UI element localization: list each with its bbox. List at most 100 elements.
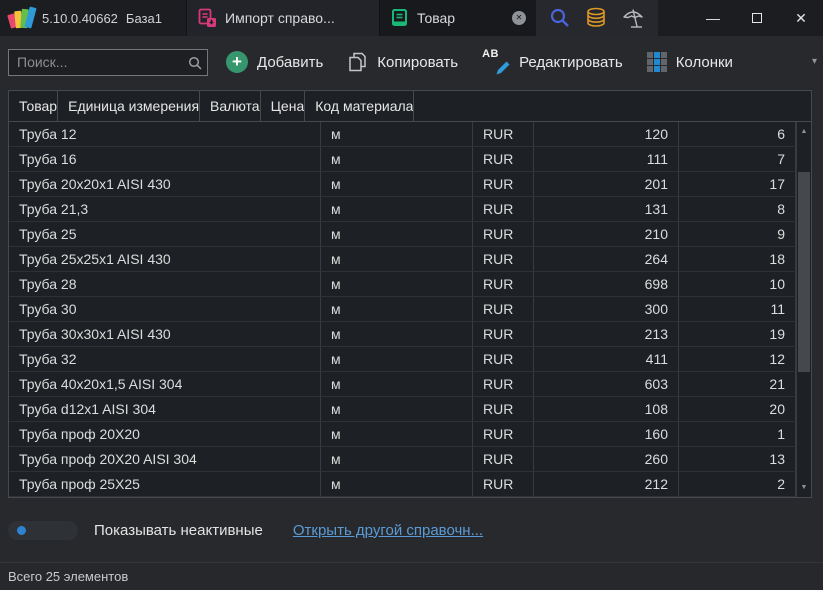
cell-currency: RUR (473, 222, 534, 246)
table-row[interactable]: Труба 16 м RUR 111 7 (9, 147, 796, 172)
table-row[interactable]: Труба 30 м RUR 300 11 (9, 297, 796, 322)
cell-product: Труба 21,3 (9, 197, 321, 221)
footer: Показывать неактивные Открыть другой спр… (0, 498, 823, 562)
scrollbar-thumb[interactable] (798, 172, 810, 372)
cell-product: Труба 28 (9, 272, 321, 296)
column-header[interactable]: Валюта (200, 91, 261, 121)
cell-price: 212 (534, 472, 679, 496)
cell-material-code: 12 (679, 347, 796, 371)
cell-material-code: 13 (679, 447, 796, 471)
scroll-up-icon[interactable]: ▲ (797, 128, 811, 135)
database-name: База1 (126, 11, 162, 26)
cell-unit: м (321, 422, 473, 446)
cell-product: Труба 40x20x1,5 AISI 304 (9, 372, 321, 396)
cell-material-code: 18 (679, 247, 796, 271)
table-row[interactable]: Труба проф 20X20 AISI 304 м RUR 260 13 (9, 447, 796, 472)
cell-unit: м (321, 347, 473, 371)
column-header[interactable]: Единица измерения (58, 91, 200, 121)
cell-currency: RUR (473, 247, 534, 271)
cell-unit: м (321, 472, 473, 496)
toolbar-overflow-chevron-icon[interactable]: ▾ (812, 56, 817, 67)
cell-currency: RUR (473, 197, 534, 221)
search-icon[interactable] (549, 7, 571, 29)
cell-currency: RUR (473, 122, 534, 146)
cell-currency: RUR (473, 472, 534, 496)
column-header[interactable]: Товар (9, 91, 58, 121)
cell-material-code: 21 (679, 372, 796, 396)
close-button[interactable]: ✕ (779, 0, 823, 36)
show-inactive-toggle[interactable] (8, 521, 78, 540)
cell-price: 160 (534, 422, 679, 446)
book-icon (390, 8, 409, 28)
scroll-down-icon[interactable]: ▼ (797, 484, 811, 491)
tab-import-catalog[interactable]: Импорт справо... (186, 0, 380, 36)
cell-unit: м (321, 172, 473, 196)
cell-material-code: 9 (679, 222, 796, 246)
table-row[interactable]: Труба 12 м RUR 120 6 (9, 122, 796, 147)
window-controls: — ✕ (691, 0, 823, 36)
table-row[interactable]: Труба 30x30x1 AISI 430 м RUR 213 19 (9, 322, 796, 347)
tab-close-icon[interactable]: ✕ (512, 11, 526, 25)
cell-product: Труба 32 (9, 347, 321, 371)
cell-price: 210 (534, 222, 679, 246)
statusbar: Всего 25 элементов (0, 562, 823, 590)
column-header[interactable]: Цена (261, 91, 306, 121)
cell-unit: м (321, 397, 473, 421)
cell-price: 108 (534, 397, 679, 421)
database-icon[interactable] (585, 7, 607, 29)
quick-access-panel (536, 0, 658, 36)
cell-price: 201 (534, 172, 679, 196)
cell-price: 603 (534, 372, 679, 396)
columns-button[interactable]: Колонки (647, 52, 733, 72)
tab-products[interactable]: Товар ✕ (380, 0, 536, 36)
app-logo-icon (8, 6, 34, 30)
tab-label: Импорт справо... (225, 10, 335, 26)
cell-currency: RUR (473, 397, 534, 421)
cell-unit: м (321, 247, 473, 271)
vertical-scrollbar[interactable]: ▲ ▼ (796, 122, 811, 497)
table-row[interactable]: Труба 20x20x1 AISI 430 м RUR 201 17 (9, 172, 796, 197)
add-button[interactable]: + Добавить (226, 51, 323, 73)
column-header[interactable]: Код материала (305, 91, 414, 121)
cell-product: Труба проф 20X20 AISI 304 (9, 447, 321, 471)
open-other-catalog-link[interactable]: Открыть другой справочн... (293, 522, 483, 539)
table-row[interactable]: Труба 28 м RUR 698 10 (9, 272, 796, 297)
cell-price: 111 (534, 147, 679, 171)
table-row[interactable]: Труба 40x20x1,5 AISI 304 м RUR 603 21 (9, 372, 796, 397)
cell-currency: RUR (473, 447, 534, 471)
cell-currency: RUR (473, 322, 534, 346)
table-row[interactable]: Труба 21,3 м RUR 131 8 (9, 197, 796, 222)
cell-material-code: 19 (679, 322, 796, 346)
cell-price: 260 (534, 447, 679, 471)
app-zone: 5.10.0.40662 База1 (0, 0, 186, 36)
cell-material-code: 20 (679, 397, 796, 421)
cell-product: Труба проф 20X20 (9, 422, 321, 446)
edit-button-label: Редактировать (519, 54, 623, 71)
table-row[interactable]: Труба проф 25X25 м RUR 212 2 (9, 472, 796, 497)
maximize-button[interactable] (735, 0, 779, 36)
toolbar: + Добавить Копировать AB Редактировать (0, 36, 823, 88)
product-table: Товар Единица измерения Валюта Цена Код … (8, 90, 812, 498)
cell-product: Труба 30 (9, 297, 321, 321)
table-row[interactable]: Труба d12x1 AISI 304 м RUR 108 20 (9, 397, 796, 422)
table-row[interactable]: Труба 25 м RUR 210 9 (9, 222, 796, 247)
cell-currency: RUR (473, 172, 534, 196)
copy-button[interactable]: Копировать (347, 51, 458, 73)
cell-material-code: 7 (679, 147, 796, 171)
cell-material-code: 6 (679, 122, 796, 146)
table-row[interactable]: Труба 32 м RUR 411 12 (9, 347, 796, 372)
minimize-button[interactable]: — (691, 0, 735, 36)
cell-unit: м (321, 222, 473, 246)
table-row[interactable]: Труба 25x25x1 AISI 430 м RUR 264 18 (9, 247, 796, 272)
umbrella-icon[interactable] (621, 7, 645, 29)
search-input[interactable] (9, 50, 207, 75)
copy-icon (347, 51, 368, 73)
cell-price: 300 (534, 297, 679, 321)
cell-material-code: 17 (679, 172, 796, 196)
edit-button[interactable]: AB Редактировать (482, 49, 623, 75)
cell-material-code: 2 (679, 472, 796, 496)
table-row[interactable]: Труба проф 20X20 м RUR 160 1 (9, 422, 796, 447)
cell-product: Труба 12 (9, 122, 321, 146)
cell-unit: м (321, 272, 473, 296)
cell-product: Труба 30x30x1 AISI 430 (9, 322, 321, 346)
